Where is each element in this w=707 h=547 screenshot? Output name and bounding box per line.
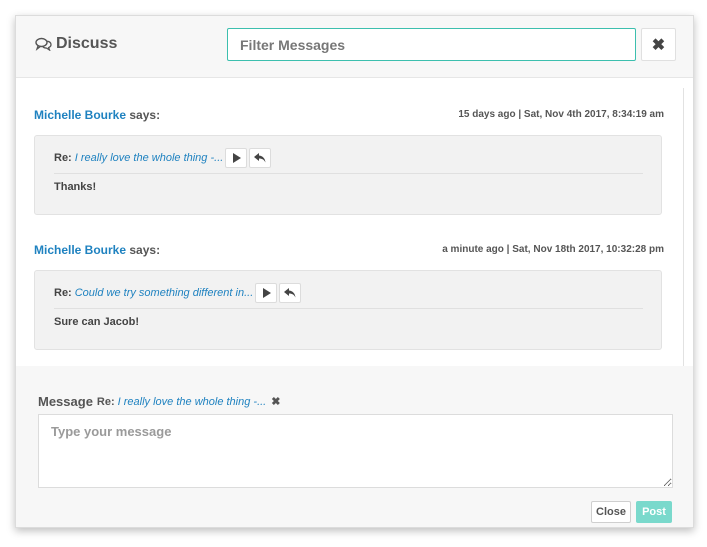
re-label: Re: <box>96 395 115 408</box>
re-link[interactable]: Could we try something different in... <box>75 287 254 299</box>
jump-to-message-button[interactable] <box>255 283 278 303</box>
clear-reply-icon[interactable]: ✖ <box>271 395 280 408</box>
message-card: Re: I really love the whole thing -... T… <box>34 135 662 215</box>
comments-icon <box>35 37 52 51</box>
post-button[interactable]: Post <box>636 501 672 523</box>
close-modal-button[interactable]: ✖ <box>641 28 676 61</box>
play-icon <box>262 288 271 298</box>
message-label: Message <box>38 394 93 409</box>
scrollbar-track[interactable] <box>683 88 684 366</box>
modal-title: Discuss <box>35 35 117 53</box>
reply-icon <box>254 153 266 163</box>
message-says: says: <box>129 108 161 122</box>
re-label: Re: <box>54 152 72 164</box>
message-divider <box>54 308 643 309</box>
reply-reference: Re: Could we try something different in.… <box>54 283 302 303</box>
composer-label-row: Message Re: I really love the whole thin… <box>38 394 280 409</box>
message-list[interactable]: Michelle Bourke says: 15 days ago | Sat,… <box>16 78 684 366</box>
reply-button[interactable] <box>279 283 302 303</box>
filter-messages-input[interactable] <box>227 28 636 61</box>
close-button[interactable]: Close <box>591 501 631 523</box>
message-says: says: <box>129 243 161 257</box>
close-icon: ✖ <box>651 36 666 54</box>
reply-button[interactable] <box>249 148 272 168</box>
reply-target-link[interactable]: I really love the whole thing -... <box>118 396 267 408</box>
modal-header: Discuss ✖ <box>16 16 693 78</box>
message-author[interactable]: Michelle Bourke <box>34 108 126 122</box>
jump-to-message-button[interactable] <box>225 148 248 168</box>
message-header: Michelle Bourke says: a minute ago | Sat… <box>34 243 664 257</box>
reply-reference: Re: I really love the whole thing -... <box>54 148 272 168</box>
message-composer: Message Re: I really love the whole thin… <box>16 366 693 527</box>
message-body: Thanks! <box>54 181 97 193</box>
message-textarea[interactable] <box>38 414 673 488</box>
re-link[interactable]: I really love the whole thing -... <box>75 152 224 164</box>
message-author[interactable]: Michelle Bourke <box>34 243 126 257</box>
message-timestamp: 15 days ago | Sat, Nov 4th 2017, 8:34:19… <box>458 109 664 120</box>
re-label: Re: <box>54 287 72 299</box>
message-card: Re: Could we try something different in.… <box>34 270 662 350</box>
discuss-modal: Discuss ✖ Michelle Bourke says: 15 days … <box>15 15 694 528</box>
message-timestamp: a minute ago | Sat, Nov 18th 2017, 10:32… <box>442 244 664 255</box>
modal-title-text: Discuss <box>56 35 118 52</box>
message-body: Sure can Jacob! <box>54 316 139 328</box>
message-divider <box>54 173 643 174</box>
reply-icon <box>284 288 296 298</box>
play-icon <box>232 153 241 163</box>
message-header: Michelle Bourke says: 15 days ago | Sat,… <box>34 108 664 122</box>
